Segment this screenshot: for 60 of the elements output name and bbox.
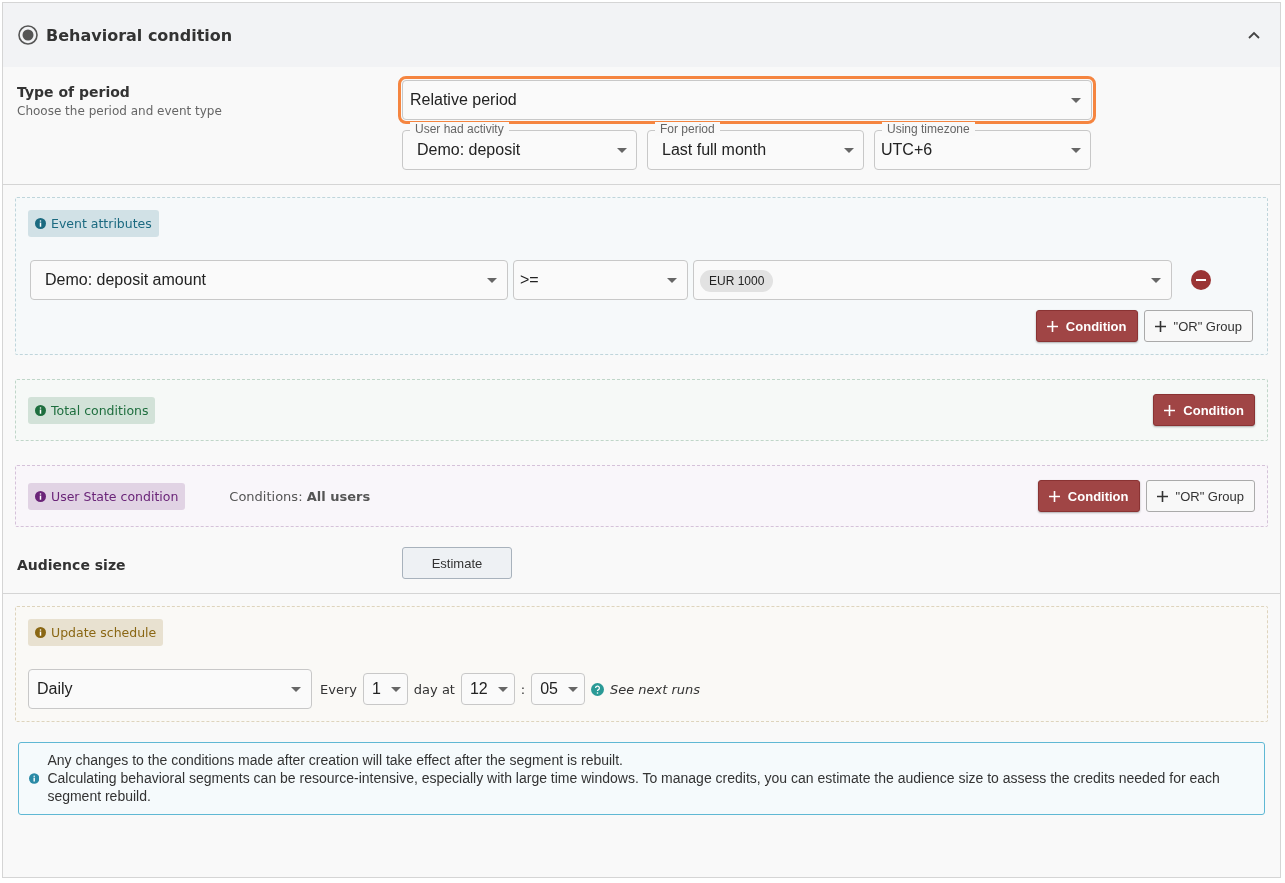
day-at-label: day at <box>413 681 455 697</box>
floating-label: For period <box>655 122 720 136</box>
add-condition-button[interactable]: Condition <box>1153 394 1255 426</box>
field-hint: Choose the period and event type <box>17 104 223 118</box>
floating-label: User had activity <box>410 122 509 136</box>
operator-select[interactable]: >= <box>513 260 688 300</box>
hour-select[interactable]: 12 <box>460 673 515 705</box>
remove-icon[interactable] <box>1191 270 1211 290</box>
caret-icon <box>844 147 854 153</box>
caret-icon <box>617 147 627 153</box>
caret-icon <box>567 686 578 692</box>
section-tag: Total conditions <box>28 396 156 424</box>
plus-icon <box>1164 404 1176 416</box>
info-icon <box>35 218 46 229</box>
estimate-button[interactable]: Estimate <box>402 547 512 579</box>
plus-icon <box>1156 490 1168 502</box>
interval-select[interactable]: 1 <box>362 673 408 705</box>
add-condition-button[interactable]: "OR" Group <box>1145 480 1255 512</box>
chevron-icon[interactable] <box>1248 31 1260 39</box>
info-icon <box>35 404 46 416</box>
notice-text: Calculating behavioral segments can be resource-intensive, especially with large time windows. To manage credits, you can estimate the audience size to assess the credits needed for each segment rebuild. <box>47 769 1221 806</box>
value-chip[interactable]: EUR 1000 <box>700 270 774 292</box>
info-icon <box>35 627 46 638</box>
add-condition-button[interactable]: Condition <box>1035 310 1138 342</box>
frequency-select[interactable]: Daily <box>28 669 312 709</box>
value-select[interactable]: EUR 1000 <box>693 260 1172 300</box>
add-condition-button[interactable]: Condition <box>1037 480 1140 512</box>
every-label: Every <box>320 681 357 697</box>
section-tag: Event attributes <box>28 210 159 237</box>
notice-text: Any changes to the conditions made after creation will take effect after the segment is rebuilt. <box>47 751 624 770</box>
plus-icon <box>1046 320 1058 332</box>
section-tag: User State condition <box>28 482 186 510</box>
field-label: Type of period <box>17 84 131 100</box>
see-next-runs-link[interactable]: See next runs <box>609 681 701 697</box>
time-separator: : <box>520 681 526 697</box>
dropdown-select[interactable]: User had activity Demo: deposit <box>402 122 637 170</box>
radio-icon[interactable] <box>18 25 38 45</box>
caret-icon <box>390 686 401 692</box>
caret-icon <box>1071 97 1081 103</box>
caret-icon <box>487 277 497 283</box>
help-icon <box>590 682 604 696</box>
section-tag: Update schedule <box>28 619 164 646</box>
caret-icon <box>497 686 508 692</box>
minute-select[interactable]: 05 <box>531 673 585 705</box>
dropdown-select[interactable]: For period Last full month <box>647 122 864 170</box>
caret-icon <box>291 686 301 692</box>
conditions-summary: Conditions: All users <box>229 488 371 504</box>
dropdown-select[interactable]: Using timezone UTC+6 <box>874 122 1091 170</box>
section-title: Behavioral condition <box>46 25 234 45</box>
attribute-select[interactable]: Demo: deposit amount <box>30 260 508 300</box>
add-condition-button[interactable]: "OR" Group <box>1143 310 1253 342</box>
info-icon <box>35 490 46 502</box>
field-label: Audience size <box>17 557 127 573</box>
plus-icon <box>1048 490 1060 502</box>
plus-icon <box>1154 320 1166 332</box>
info-icon <box>29 772 40 784</box>
caret-icon <box>1071 147 1081 153</box>
caret-icon <box>667 277 677 283</box>
caret-icon <box>1151 277 1161 283</box>
floating-label: Using timezone <box>882 122 975 136</box>
